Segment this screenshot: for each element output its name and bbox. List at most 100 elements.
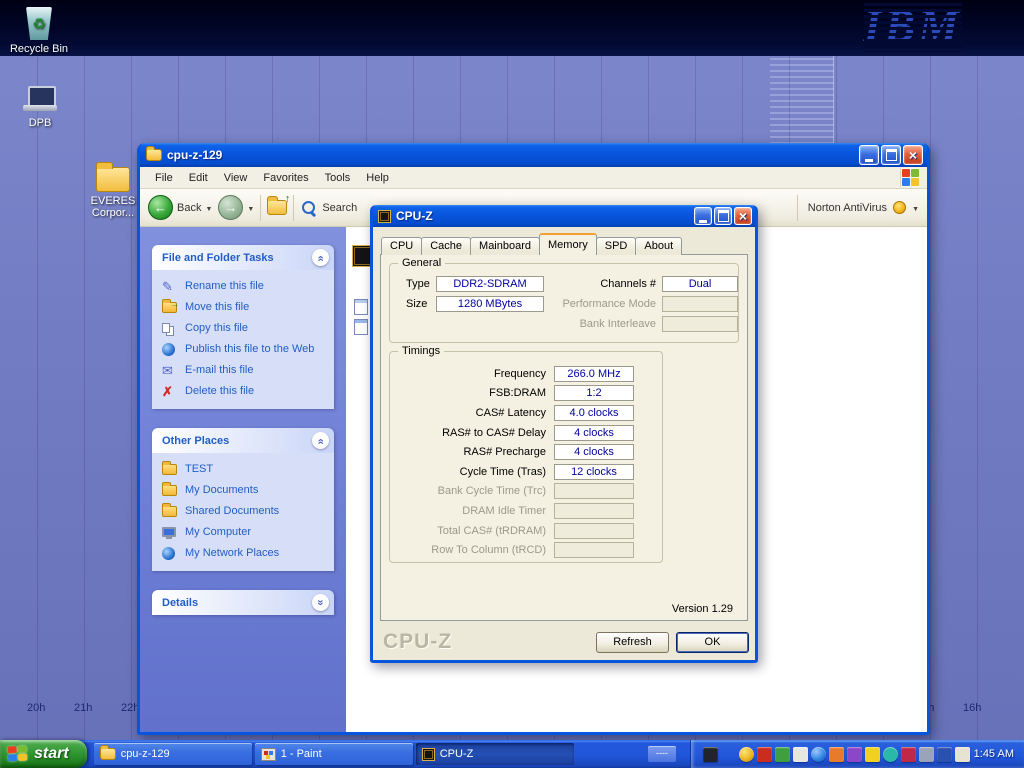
tray-icon[interactable] [937,747,952,762]
forward-button[interactable] [218,195,254,220]
place-label: Shared Documents [185,505,279,518]
refresh-button[interactable]: Refresh [596,632,669,653]
web-globe-icon [162,342,179,356]
ok-button[interactable]: OK [676,632,749,653]
task-delete-file[interactable]: Delete this file [162,384,330,398]
start-label: start [34,745,69,763]
desktop-icon-recycle-bin[interactable]: Recycle Bin [2,4,76,55]
other-places-panel: Other Places TEST My Documents [152,428,334,571]
timing-row-total-cas: Total CAS# (tRDRAM) [396,521,656,541]
tray-icon[interactable] [865,747,880,762]
laptop-icon [22,86,58,114]
panel-title: File and Folder Tasks [162,252,274,264]
menu-favorites[interactable]: Favorites [256,170,315,186]
task-label: Move this file [185,301,249,314]
up-button[interactable] [267,200,287,215]
close-button[interactable] [734,207,752,225]
tray-icon[interactable] [847,747,862,762]
norton-antivirus-button[interactable]: Norton AntiVirus [797,195,919,221]
search-icon [300,199,318,217]
timing-value: 1:2 [554,385,634,401]
menu-view[interactable]: View [217,170,255,186]
task-move-file[interactable]: Move this file [162,300,330,314]
maximize-button[interactable] [714,207,732,225]
timing-row-row-to-column: Row To Column (tRCD) [396,540,656,560]
tray-icon[interactable] [829,747,844,762]
collapse-chevron-icon[interactable] [312,432,329,449]
ibm-logo-text: IBM [864,0,962,51]
menu-file[interactable]: File [148,170,180,186]
explorer-titlebar[interactable]: cpu-z-129 [140,143,927,167]
place-test[interactable]: TEST [162,462,330,476]
maximize-button[interactable] [881,145,901,165]
close-button[interactable] [903,145,923,165]
cpuz-titlebar[interactable]: CPU-Z [373,205,755,227]
search-button[interactable]: Search [300,199,357,217]
desktop-icon-label: DPB [3,117,77,129]
timezone-label: 16h [963,702,981,714]
toolbar-separator [293,195,294,221]
computer-icon [162,525,179,539]
back-button[interactable]: Back [148,195,212,220]
task-copy-file[interactable]: Copy this file [162,321,330,335]
menu-tools[interactable]: Tools [318,170,358,186]
place-my-network[interactable]: My Network Places [162,546,330,560]
system-tray: 1:45 AM [690,740,1024,768]
tray-icon[interactable] [739,747,754,762]
forward-icon [218,195,243,220]
tab-cache[interactable]: Cache [421,237,471,255]
desktop: IBM 20h 21h 22h 15h 16h Recycle Bin DPB … [0,0,1024,768]
expand-chevron-icon[interactable] [312,594,329,611]
tab-memory[interactable]: Memory [539,233,597,255]
menu-edit[interactable]: Edit [182,170,215,186]
task-label: Delete this file [185,385,254,398]
tab-cpu[interactable]: CPU [381,237,422,255]
timing-value: 4 clocks [554,425,634,441]
file-tasks-header[interactable]: File and Folder Tasks [152,245,334,270]
taskbar-button-cpuz[interactable]: CPU-Z [416,743,574,765]
minimize-button[interactable] [859,145,879,165]
size-label: Size [406,296,427,312]
toolbar-separator [260,195,261,221]
tab-spd[interactable]: SPD [596,237,637,255]
taskbar-overflow-button[interactable]: ---- [648,746,676,762]
timing-value: 4.0 clocks [554,405,634,421]
desktop-icon-dpb[interactable]: DPB [3,86,77,129]
place-my-documents[interactable]: My Documents [162,483,330,497]
place-my-computer[interactable]: My Computer [162,525,330,539]
file-icon[interactable] [354,319,368,335]
timing-value [554,503,634,519]
taskbar-button-explorer[interactable]: cpu-z-129 [94,743,252,765]
other-places-header[interactable]: Other Places [152,428,334,453]
task-email-file[interactable]: E-mail this file [162,363,330,377]
panel-title: Other Places [162,435,229,447]
tab-about[interactable]: About [635,237,682,255]
file-icon[interactable] [354,299,368,315]
cpuz-app-icon [378,210,391,223]
start-button[interactable]: start [0,740,87,768]
tab-mainboard[interactable]: Mainboard [470,237,540,255]
collapse-chevron-icon[interactable] [312,249,329,266]
taskbar-clock: 1:45 AM [974,748,1014,760]
tray-icon[interactable] [919,747,934,762]
tray-icon[interactable] [775,747,790,762]
norton-label: Norton AntiVirus [808,202,887,214]
minimize-button[interactable] [694,207,712,225]
menu-help[interactable]: Help [359,170,396,186]
tray-icon[interactable] [901,747,916,762]
tray-icon[interactable] [811,747,826,762]
bank-interleave-value [662,316,738,332]
details-header[interactable]: Details [152,590,334,615]
taskbar-button-paint[interactable]: 1 - Paint [255,743,413,765]
tray-icon[interactable] [703,747,718,762]
task-rename-file[interactable]: Rename this file [162,279,330,293]
tray-icon[interactable] [757,747,772,762]
tray-icon[interactable] [793,747,808,762]
folder-icon [146,149,162,161]
cpuz-watermark: CPU-Z [383,630,452,654]
task-publish-file[interactable]: Publish this file to the Web [162,342,330,356]
tray-icon[interactable] [955,747,970,762]
tray-icon[interactable] [883,747,898,762]
place-shared-documents[interactable]: Shared Documents [162,504,330,518]
cpuz-tab-strip: CPU Cache Mainboard Memory SPD About [381,233,681,255]
